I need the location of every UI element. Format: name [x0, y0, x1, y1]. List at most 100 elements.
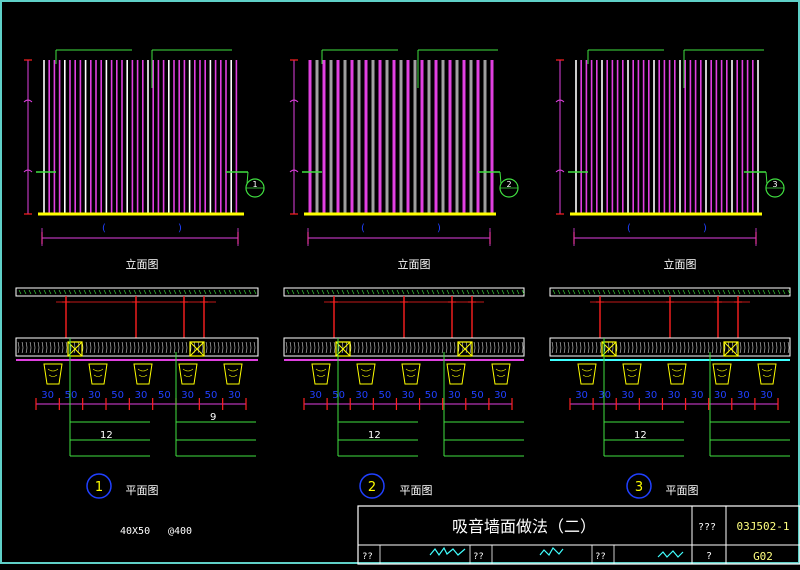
slab-hatch: [118, 289, 122, 295]
wood-grain: [182, 368, 194, 377]
drawing-title: 吸音墙面做法（二）: [452, 517, 596, 536]
insulation-wave: [309, 341, 312, 354]
slab-hatch: [366, 289, 370, 295]
slab-hatch: [188, 289, 192, 295]
slab-hatch: [88, 289, 92, 295]
insulation-wave: [481, 341, 484, 354]
slab-hatch: [577, 289, 581, 295]
dim-paren: ): [178, 223, 182, 234]
insulation-wave: [743, 341, 746, 354]
insulation-wave: [313, 341, 316, 354]
dimension-value: 30: [714, 390, 727, 401]
slab-hatch: [567, 289, 571, 295]
slab-hatch: [501, 289, 505, 295]
slab-hatch: [108, 289, 112, 295]
slab-hatch: [632, 289, 636, 295]
slab-hatch: [286, 289, 290, 295]
slab-hatch: [316, 289, 320, 295]
insulation-wave: [245, 341, 248, 354]
slab-hatch: [707, 289, 711, 295]
insulation-wave: [647, 341, 650, 354]
plan-3: 30 30 30 30 30 30 30 30 30 12: [549, 287, 791, 457]
slab-hatch: [552, 289, 556, 295]
insulation-wave: [719, 341, 722, 354]
insulation-wave: [567, 341, 570, 354]
slab-hatch: [486, 289, 490, 295]
wood-block: [88, 363, 108, 385]
slab-hatch: [291, 289, 295, 295]
dimension-value: 30: [135, 390, 148, 401]
slab-hatch: [198, 289, 202, 295]
insulation-wave: [715, 341, 718, 354]
insulation-wave: [37, 341, 40, 354]
wood-block: [223, 363, 243, 385]
insulation-wave: [489, 341, 492, 354]
checker-signature: [539, 547, 564, 556]
slab-hatch: [341, 289, 345, 295]
wood-block: [622, 363, 642, 385]
slab-hatch: [331, 289, 335, 295]
slab-hatch: [421, 289, 425, 295]
elevation-2: 2 (): [289, 49, 519, 246]
insulation-wave: [739, 341, 742, 354]
slab-hatch: [732, 289, 736, 295]
slab-hatch: [223, 289, 227, 295]
insulation-wave: [747, 341, 750, 354]
insulation-wave: [221, 341, 224, 354]
insulation-wave: [329, 341, 332, 354]
insulation-wave: [787, 341, 790, 354]
atlas-code: 03J502-1: [737, 520, 790, 533]
insulation-wave: [707, 341, 710, 354]
wood-block: [356, 363, 376, 385]
dimension-value: 30: [448, 390, 461, 401]
insulation-wave: [651, 341, 654, 354]
insulation-wave: [185, 341, 188, 354]
slab-hatch: [143, 289, 147, 295]
insulation-wave: [759, 341, 762, 354]
slab-hatch: [28, 289, 32, 295]
dim-paren: ): [703, 223, 707, 234]
wood-grain: [360, 368, 372, 377]
insulation-wave: [571, 341, 574, 354]
insulation-wave: [679, 341, 682, 354]
insulation-wave: [57, 341, 60, 354]
slab-hatch: [48, 289, 52, 295]
dimension-value: 30: [737, 390, 750, 401]
slab-hatch: [466, 289, 470, 295]
insulation-wave: [213, 341, 216, 354]
dimension-value: 30: [88, 390, 101, 401]
slab-hatch: [592, 289, 596, 295]
plan-2-number: 2: [368, 480, 376, 495]
slab-hatch: [612, 289, 616, 295]
insulation-wave: [441, 341, 444, 354]
insulation-wave: [771, 341, 774, 354]
slab-hatch: [371, 289, 375, 295]
insulation-wave: [397, 341, 400, 354]
slab-hatch: [516, 289, 520, 295]
dimension-value: 50: [111, 390, 124, 401]
plan-1-number: 1: [95, 480, 103, 495]
dim-paren: (: [102, 223, 106, 234]
wood-grain: [626, 368, 638, 377]
insulation-wave: [181, 341, 184, 354]
section-callout-number: 2: [506, 180, 511, 189]
insulation-wave: [497, 341, 500, 354]
page-label: ?: [706, 551, 712, 562]
insulation-wave: [285, 341, 288, 354]
dim-paren: (: [627, 223, 631, 234]
insulation-wave: [703, 341, 706, 354]
insulation-wave: [755, 341, 758, 354]
slab-hatch: [627, 289, 631, 295]
insulation-wave: [325, 341, 328, 354]
insulation-wave: [587, 341, 590, 354]
slab-hatch: [697, 289, 701, 295]
slab-hatch: [168, 289, 172, 295]
insulation-wave: [109, 341, 112, 354]
dimension-value: 30: [41, 390, 54, 401]
slab-hatch: [33, 289, 37, 295]
insulation-wave: [493, 341, 496, 354]
slab-hatch: [456, 289, 460, 295]
wood-grain: [450, 368, 462, 377]
slab-hatch: [687, 289, 691, 295]
wood-grain: [716, 368, 728, 377]
